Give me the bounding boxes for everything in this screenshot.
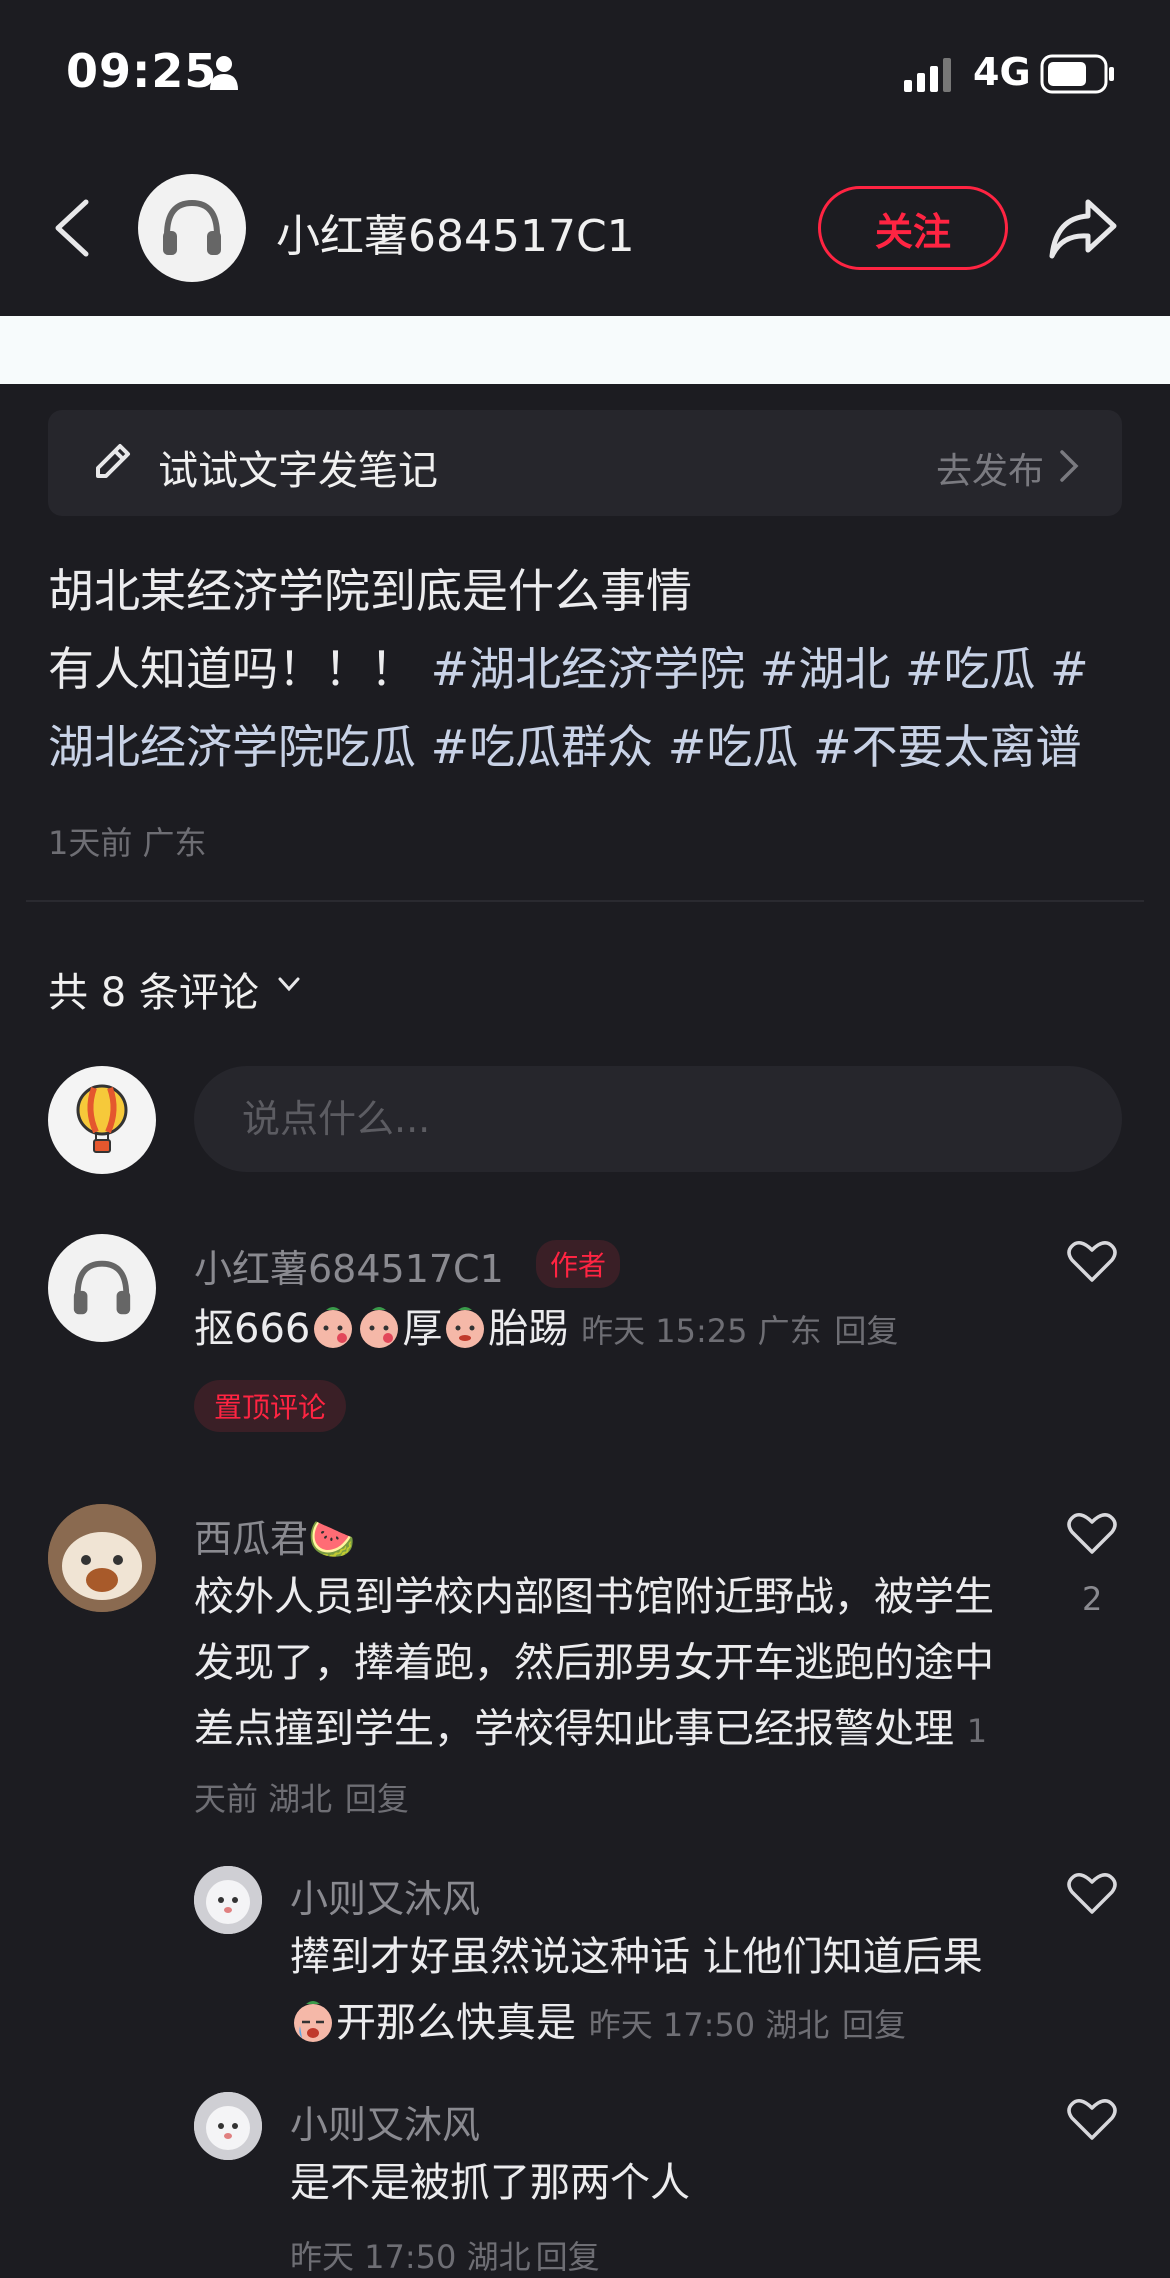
comment-meta-row: 昨天 17:50 湖北 回复	[290, 2232, 600, 2278]
blush-emoji-icon	[360, 1307, 399, 1348]
author-avatar[interactable]	[138, 174, 246, 282]
comment-avatar[interactable]	[48, 1504, 156, 1612]
comment-text: 撵到才好虽然说这种话 让他们知道后果 开那么快真是 昨天 17:50 湖北 回复	[290, 1934, 983, 2046]
divider	[26, 900, 1144, 902]
comment-author-name[interactable]: 小则又沐风	[290, 2094, 480, 2149]
post-line-1: 胡北某经济学院到底是什么事情	[48, 564, 692, 618]
chevron-down-icon[interactable]	[276, 972, 302, 996]
reply-button[interactable]: 回复	[842, 2006, 906, 2044]
follow-button[interactable]: 关注	[818, 186, 1008, 270]
network-label: 4G	[973, 50, 1031, 94]
blush-emoji-icon	[314, 1307, 353, 1348]
hashtag[interactable]: #不要太离谱	[813, 720, 1082, 774]
share-icon[interactable]	[1048, 196, 1118, 260]
comment-author-name[interactable]: 小红薯684517C1	[194, 1238, 504, 1293]
signal-icon	[904, 58, 951, 92]
hashtag[interactable]: #湖北经济学院	[431, 642, 746, 696]
comment-author-name[interactable]: 小则又沐风	[290, 1868, 480, 1923]
author-name[interactable]: 小红薯684517C1	[276, 200, 635, 264]
post-meta: 1天前 广东	[48, 824, 207, 862]
comment-text: 是不是被抓了那两个人	[290, 2160, 690, 2206]
comment-meta: 昨天 17:50 湖北	[290, 2238, 531, 2276]
headphones-icon	[163, 199, 221, 255]
text-note-label: 试试文字发笔记	[158, 448, 438, 494]
my-avatar[interactable]	[48, 1066, 156, 1174]
publish-link[interactable]: 去发布	[936, 442, 1044, 494]
comment-meta: 昨天 15:25 广东	[581, 1312, 822, 1350]
comment-input[interactable]	[194, 1066, 1122, 1172]
balloon-icon	[76, 1084, 128, 1153]
heart-icon[interactable]	[1066, 1870, 1118, 1916]
comment-avatar[interactable]	[48, 1234, 156, 1342]
blush-emoji-icon	[446, 1307, 485, 1348]
post-line-2: 有人知道吗！！！	[48, 642, 416, 696]
status-time: 09:25	[66, 44, 218, 98]
chevron-right-icon	[1060, 450, 1079, 482]
hashtag[interactable]: #吃瓜	[668, 720, 799, 774]
headphones-icon	[73, 1260, 131, 1315]
reply-avatar[interactable]	[194, 1866, 262, 1934]
person-icon	[210, 56, 238, 90]
bear-avatar-icon	[48, 1504, 156, 1612]
fluffy-avatar-icon	[194, 1866, 262, 1934]
header-divider-band	[0, 316, 1170, 384]
heart-icon[interactable]	[1066, 1510, 1118, 1556]
reply-avatar[interactable]	[194, 2092, 262, 2160]
hashtag[interactable]: #吃瓜群众	[431, 720, 654, 774]
crying-emoji-icon	[294, 2001, 332, 2042]
battery-icon	[1040, 54, 1114, 94]
reply-button[interactable]: 回复	[345, 1780, 409, 1818]
comment-text: 抠666 厚胎踢 昨天 15:25 广东 回复	[194, 1306, 899, 1352]
heart-icon[interactable]	[1066, 1238, 1118, 1284]
back-icon[interactable]	[50, 196, 94, 260]
author-badge: 作者	[536, 1240, 621, 1288]
post-content: 胡北某经济学院到底是什么事情 有人知道吗！！！ #湖北经济学院 #湖北 #吃瓜 …	[48, 552, 1128, 786]
pencil-icon	[96, 444, 130, 478]
hashtag[interactable]: #湖北	[760, 642, 891, 696]
fluffy-avatar-icon	[194, 2092, 262, 2160]
reply-button[interactable]: 回复	[536, 2238, 600, 2276]
like-count: 2	[1082, 1580, 1103, 1618]
hashtag[interactable]: #吃瓜	[905, 642, 1036, 696]
reply-button[interactable]: 回复	[834, 1312, 898, 1350]
pinned-badge: 置顶评论	[194, 1380, 347, 1432]
comment-count[interactable]: 共 8 条评论	[48, 960, 259, 1018]
comment-author-name[interactable]: 西瓜君🍉	[194, 1508, 355, 1563]
comment-text: 校外人员到学校内部图书馆附近野战，被学生发现了，撵着跑，然后那男女开车逃跑的途中…	[194, 1574, 994, 1818]
comment-meta: 昨天 17:50 湖北	[588, 2006, 830, 2044]
heart-icon[interactable]	[1066, 2096, 1118, 2142]
